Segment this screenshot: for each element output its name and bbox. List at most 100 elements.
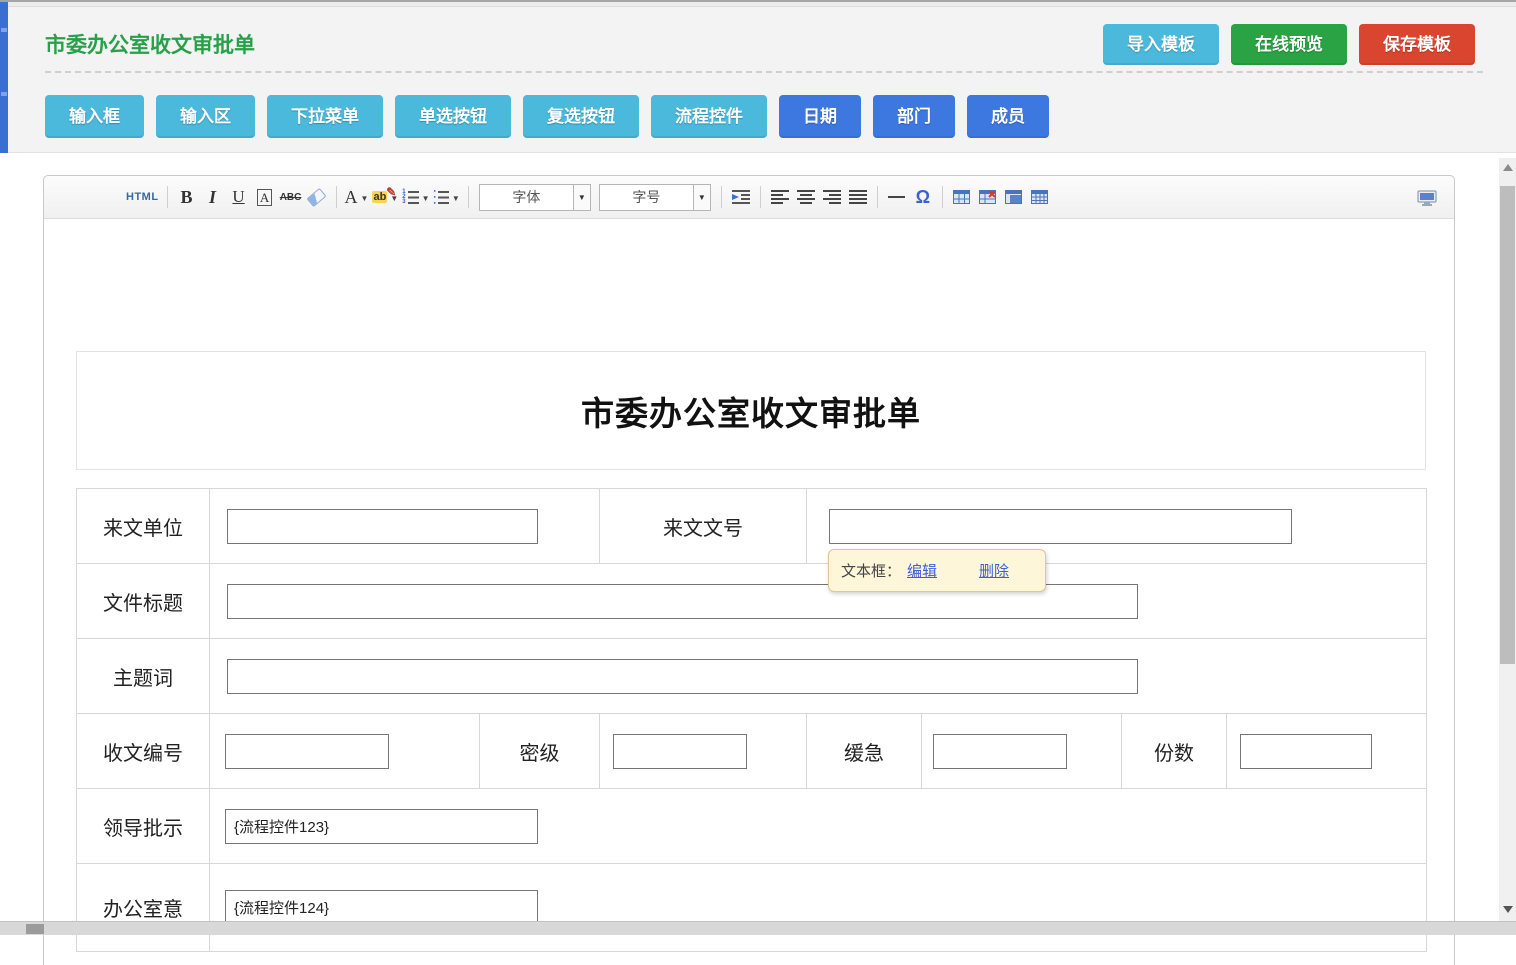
receive-no-input[interactable] (225, 734, 389, 769)
chevron-down-icon (419, 188, 430, 206)
field-cell (1227, 714, 1427, 789)
toolbar-separator (721, 186, 722, 208)
edit-link[interactable]: 编辑 (907, 560, 937, 581)
table-row: 办公室意 (77, 864, 1427, 952)
align-right-icon (823, 190, 841, 204)
remove-format-button[interactable] (306, 183, 328, 211)
align-center-button[interactable] (795, 183, 817, 211)
window-top-edge (0, 0, 1516, 7)
vertical-scrollbar[interactable] (1499, 158, 1516, 921)
field-cell (210, 864, 1427, 952)
unordered-list-icon (434, 188, 449, 206)
dropdown-menu-button[interactable]: 下拉菜单 (267, 95, 383, 138)
department-button[interactable]: 部门 (873, 95, 955, 138)
special-char-button[interactable]: Ω (912, 183, 934, 211)
from-unit-input[interactable] (227, 509, 538, 544)
align-justify-icon (849, 190, 867, 204)
input-box-button[interactable]: 输入框 (45, 95, 144, 138)
delete-table-icon (979, 190, 996, 204)
table-row: 领导批示 (77, 789, 1427, 864)
rich-text-editor: HTML B I U A ABC A ab 字体 字号 Ω 市委办公室收文 (43, 175, 1455, 965)
table-properties-button[interactable] (1003, 183, 1025, 211)
toolbar-separator (942, 186, 943, 208)
radio-button-button[interactable]: 单选按钮 (395, 95, 511, 138)
leader-note-input[interactable] (225, 809, 538, 844)
page-title: 市委办公室收文审批单 (45, 29, 255, 59)
label-leader-note: 领导批示 (77, 789, 210, 864)
unordered-list-button[interactable] (434, 183, 460, 211)
ordered-list-button[interactable] (402, 183, 429, 211)
vertical-scrollbar-thumb[interactable] (1500, 186, 1515, 664)
online-preview-button[interactable]: 在线预览 (1231, 24, 1347, 65)
bold-button[interactable]: B (176, 183, 198, 211)
textarea-button[interactable]: 输入区 (156, 95, 255, 138)
align-left-button[interactable] (769, 183, 791, 211)
save-template-button[interactable]: 保存模板 (1359, 24, 1475, 65)
table-icon (953, 190, 970, 204)
doc-no-input[interactable] (829, 509, 1292, 544)
field-cell (210, 714, 480, 789)
form-control-button-group: 输入框 输入区 下拉菜单 单选按钮 复选按钮 流程控件 日期 部门 成员 (45, 95, 1049, 138)
delete-table-button[interactable] (977, 183, 999, 211)
date-button[interactable]: 日期 (779, 95, 861, 138)
align-right-button[interactable] (821, 183, 843, 211)
table-row: 收文编号 密级 缓急 份数 (77, 714, 1427, 789)
horizontal-rule-icon (888, 196, 905, 198)
table-row: 文件标题 (77, 564, 1427, 639)
highlight-color-button[interactable]: ab (372, 183, 398, 211)
office-opinion-input[interactable] (225, 890, 538, 925)
field-cell (600, 714, 807, 789)
monitor-icon (1417, 190, 1437, 207)
keywords-input[interactable] (227, 659, 1138, 694)
label-copies: 份数 (1122, 714, 1227, 789)
scroll-down-icon (1503, 906, 1513, 913)
form-title-box: 市委办公室收文审批单 (76, 351, 1426, 470)
chevron-down-icon (358, 188, 369, 206)
eraser-icon (307, 187, 327, 206)
member-button[interactable]: 成员 (967, 95, 1049, 138)
font-color-button[interactable]: A (345, 183, 369, 211)
font-size-select[interactable]: 字号 (599, 184, 711, 211)
text-border-icon: A (257, 189, 272, 206)
dashed-divider (45, 71, 1483, 73)
urgency-input[interactable] (933, 734, 1067, 769)
field-cell (210, 564, 1427, 639)
font-color-icon: A (345, 187, 358, 208)
toolbar-separator (760, 186, 761, 208)
align-justify-button[interactable] (847, 183, 869, 211)
italic-button[interactable]: I (202, 183, 224, 211)
font-family-select[interactable]: 字体 (479, 184, 591, 211)
text-border-button[interactable]: A (254, 183, 276, 211)
align-left-icon (771, 190, 789, 204)
font-size-value: 字号 (600, 185, 693, 210)
indent-button[interactable] (730, 183, 752, 211)
secrecy-input[interactable] (613, 734, 747, 769)
tooltip-label: 文本框： (841, 560, 901, 581)
indent-icon (732, 190, 750, 204)
editor-canvas[interactable]: 市委办公室收文审批单 来文单位 来文文号 文件标题 主题词 收文 (44, 219, 1454, 965)
insert-table-button[interactable] (951, 183, 973, 211)
horizontal-rule-button[interactable] (886, 183, 908, 211)
scroll-down-button[interactable] (1499, 906, 1516, 913)
scroll-up-button[interactable] (1503, 164, 1513, 171)
horizontal-scrollbar-thumb[interactable] (26, 924, 44, 934)
cell-properties-button[interactable] (1029, 183, 1051, 211)
copies-input[interactable] (1240, 734, 1372, 769)
delete-link[interactable]: 删除 (979, 560, 1009, 581)
horizontal-scrollbar[interactable] (0, 921, 1516, 935)
flow-control-button[interactable]: 流程控件 (651, 95, 767, 138)
html-source-button[interactable]: HTML (126, 183, 159, 211)
label-doc-no: 来文文号 (600, 489, 807, 564)
template-designer-header: 市委办公室收文审批单 导入模板 在线预览 保存模板 输入框 输入区 下拉菜单 单… (8, 7, 1516, 153)
textbox-context-tooltip: 文本框： 编辑 删除 (828, 549, 1046, 592)
field-cell (210, 639, 1427, 714)
left-strip-mark (1, 92, 7, 96)
checkbox-button[interactable]: 复选按钮 (523, 95, 639, 138)
underline-button[interactable]: U (228, 183, 250, 211)
chevron-down-icon (573, 185, 590, 210)
label-secrecy: 密级 (480, 714, 600, 789)
fullscreen-button[interactable] (1416, 184, 1438, 212)
import-template-button[interactable]: 导入模板 (1103, 24, 1219, 65)
strikethrough-button[interactable]: ABC (280, 183, 302, 211)
toolbar-separator (468, 186, 469, 208)
